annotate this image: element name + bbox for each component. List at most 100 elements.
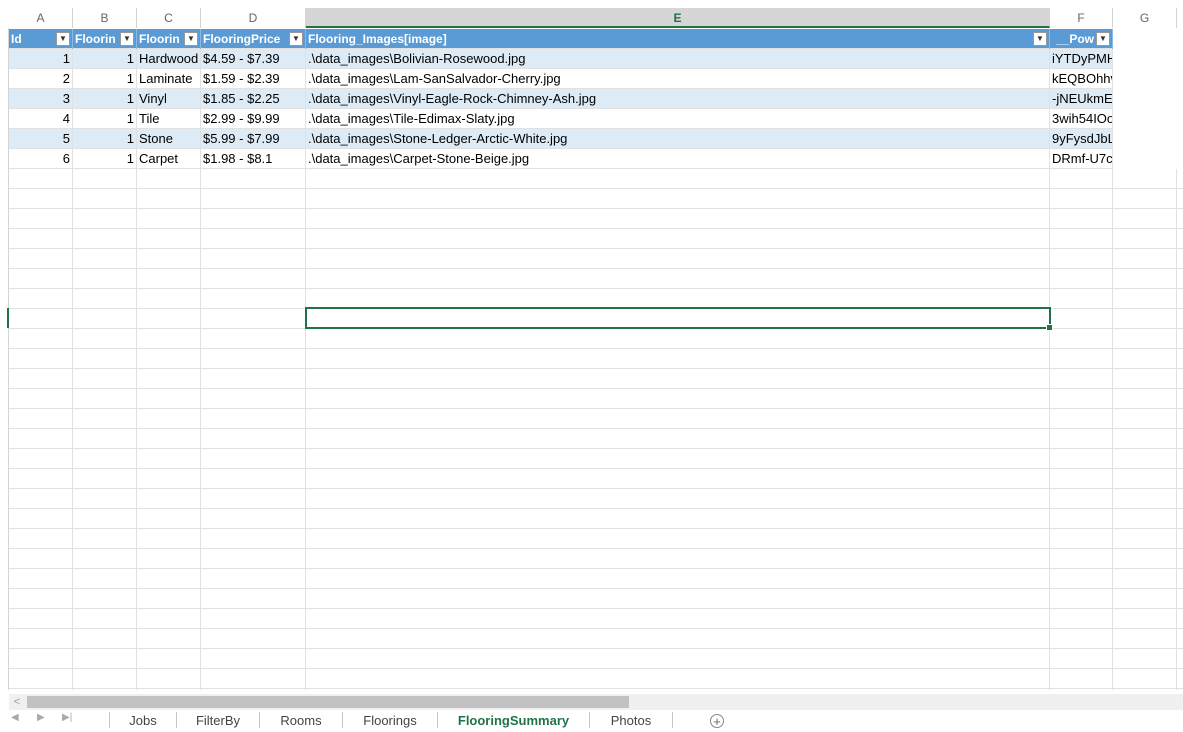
tab-filterby[interactable]: FilterBy bbox=[177, 710, 259, 729]
grid-line bbox=[200, 529, 201, 549]
grid-line bbox=[1176, 669, 1177, 689]
grid-line bbox=[200, 189, 201, 209]
cell-flooring-b[interactable]: 1 bbox=[73, 129, 137, 149]
cell-flooring-type[interactable]: Hardwood bbox=[137, 49, 201, 69]
header-cell-id[interactable]: Id ▼ bbox=[9, 29, 73, 49]
grid-line bbox=[1049, 349, 1050, 369]
column-header-d[interactable]: D bbox=[201, 8, 306, 28]
cell-flooring-image[interactable]: .\data_images\Vinyl-Eagle-Rock-Chimney-A… bbox=[306, 89, 1050, 109]
cell-id[interactable]: 2 bbox=[9, 69, 73, 89]
first-sheet-icon[interactable]: ◀ bbox=[11, 712, 19, 723]
grid-line bbox=[136, 589, 137, 609]
column-header-c[interactable]: C bbox=[137, 8, 201, 28]
cell-flooring-image[interactable]: .\data_images\Bolivian-Rosewood.jpg bbox=[306, 49, 1050, 69]
cell-flooring-b[interactable]: 1 bbox=[73, 89, 137, 109]
cell-flooring-price[interactable]: $4.59 - $7.39 bbox=[201, 49, 306, 69]
cell-pow[interactable]: kEQBOhhvH28 bbox=[1050, 69, 1113, 89]
scroll-left-icon[interactable]: < bbox=[9, 694, 25, 710]
filter-dropdown-icon[interactable]: ▼ bbox=[289, 32, 303, 46]
grid-line bbox=[200, 689, 201, 690]
cell-flooring-image[interactable]: .\data_images\Stone-Ledger-Arctic-White.… bbox=[306, 129, 1050, 149]
grid-line bbox=[1176, 589, 1177, 609]
grid-line bbox=[136, 629, 137, 649]
grid-line bbox=[72, 269, 73, 289]
grid-line bbox=[1176, 489, 1177, 509]
tab-jobs[interactable]: Jobs bbox=[110, 710, 176, 729]
cell-pow[interactable]: DRmf-U7cDNI bbox=[1050, 149, 1113, 169]
selected-cell[interactable] bbox=[305, 307, 1053, 331]
table-row: 1 1 Hardwood $4.59 - $7.39 .\data_images… bbox=[9, 49, 1113, 69]
cell-flooring-b[interactable]: 1 bbox=[73, 49, 137, 69]
prev-sheet-icon[interactable]: ▶ bbox=[37, 712, 45, 723]
empty-row bbox=[9, 209, 1183, 229]
cell-flooring-image[interactable]: .\data_images\Tile-Edimax-Slaty.jpg bbox=[306, 109, 1050, 129]
header-cell-flooring-c[interactable]: Floorin ▼ bbox=[137, 29, 201, 49]
grid-line bbox=[136, 389, 137, 409]
cell-flooring-price[interactable]: $5.99 - $7.99 bbox=[201, 129, 306, 149]
cell-flooring-price[interactable]: $1.85 - $2.25 bbox=[201, 89, 306, 109]
cell-flooring-type[interactable]: Carpet bbox=[137, 149, 201, 169]
fill-handle[interactable] bbox=[1046, 324, 1053, 331]
horizontal-scrollbar[interactable]: < bbox=[9, 694, 1183, 710]
last-sheet-icon[interactable]: ▶| bbox=[62, 712, 72, 723]
tab-floorings[interactable]: Floorings bbox=[343, 710, 437, 729]
grid-line bbox=[1176, 389, 1177, 409]
grid-line bbox=[1049, 389, 1050, 409]
filter-dropdown-icon[interactable]: ▼ bbox=[184, 32, 198, 46]
cell-pow[interactable]: 3wih54IOoLc bbox=[1050, 109, 1113, 129]
tab-rooms[interactable]: Rooms bbox=[260, 710, 342, 729]
cell-flooring-b[interactable]: 1 bbox=[73, 69, 137, 89]
header-cell-pow[interactable]: __Pow ▼ bbox=[1050, 29, 1113, 49]
column-header-a[interactable]: A bbox=[9, 8, 73, 28]
add-sheet-icon[interactable]: + bbox=[710, 714, 724, 728]
grid-line bbox=[72, 449, 73, 469]
spreadsheet-grid[interactable]: A B C D E F G Id ▼ Floorin ▼ Floorin ▼ Floo… bbox=[0, 0, 1183, 690]
cell-id[interactable]: 1 bbox=[9, 49, 73, 69]
cell-id[interactable]: 3 bbox=[9, 89, 73, 109]
column-header-f[interactable]: F bbox=[1050, 8, 1113, 28]
cell-flooring-b[interactable]: 1 bbox=[73, 109, 137, 129]
cell-flooring-image[interactable]: .\data_images\Lam-SanSalvador-Cherry.jpg bbox=[306, 69, 1050, 89]
column-header-g[interactable]: G bbox=[1113, 8, 1177, 28]
grid-line bbox=[1112, 349, 1113, 369]
tab-photos[interactable]: Photos bbox=[590, 710, 672, 729]
cell-flooring-type[interactable]: Tile bbox=[137, 109, 201, 129]
grid-line bbox=[1049, 429, 1050, 449]
cell-flooring-b[interactable]: 1 bbox=[73, 149, 137, 169]
cell-flooring-price[interactable]: $1.59 - $2.39 bbox=[201, 69, 306, 89]
grid-line bbox=[1112, 569, 1113, 589]
grid-line bbox=[1176, 329, 1177, 349]
filter-dropdown-icon[interactable]: ▼ bbox=[1096, 32, 1110, 46]
cell-id[interactable]: 6 bbox=[9, 149, 73, 169]
cell-pow[interactable]: 9yFysdJbLAM bbox=[1050, 129, 1113, 149]
row-header-column[interactable] bbox=[0, 28, 9, 690]
grid-line bbox=[1049, 229, 1050, 249]
scrollbar-thumb[interactable] bbox=[27, 696, 629, 708]
filter-dropdown-icon[interactable]: ▼ bbox=[120, 32, 134, 46]
header-cell-flooring-images[interactable]: Flooring_Images[image] ▼ bbox=[306, 29, 1050, 49]
grid-line bbox=[1176, 309, 1177, 329]
cell-flooring-price[interactable]: $1.98 - $8.1 bbox=[201, 149, 306, 169]
cell-flooring-image[interactable]: .\data_images\Carpet-Stone-Beige.jpg bbox=[306, 149, 1050, 169]
filter-dropdown-icon[interactable]: ▼ bbox=[1033, 32, 1047, 46]
cell-pow[interactable]: iYTDyPMHL_I bbox=[1050, 49, 1113, 69]
tab-flooringsummary[interactable]: FlooringSummary bbox=[438, 710, 589, 729]
column-header-b[interactable]: B bbox=[73, 8, 137, 28]
cell-flooring-type[interactable]: Laminate bbox=[137, 69, 201, 89]
grid-line bbox=[1049, 289, 1050, 309]
filter-dropdown-icon[interactable]: ▼ bbox=[56, 32, 70, 46]
grid-line bbox=[305, 549, 306, 569]
grid-line bbox=[136, 529, 137, 549]
header-cell-flooring-price[interactable]: FlooringPrice ▼ bbox=[201, 29, 306, 49]
cell-flooring-type[interactable]: Vinyl bbox=[137, 89, 201, 109]
cell-pow[interactable]: -jNEUkmEZO8 bbox=[1050, 89, 1113, 109]
cell-id[interactable]: 5 bbox=[9, 129, 73, 149]
header-cell-flooring-b[interactable]: Floorin ▼ bbox=[73, 29, 137, 49]
cell-flooring-type[interactable]: Stone bbox=[137, 129, 201, 149]
cell-id[interactable]: 4 bbox=[9, 109, 73, 129]
empty-row bbox=[9, 689, 1183, 690]
cell-flooring-price[interactable]: $2.99 - $9.99 bbox=[201, 109, 306, 129]
column-header-e[interactable]: E bbox=[306, 8, 1050, 28]
grid-line bbox=[305, 629, 306, 649]
grid-line bbox=[1176, 209, 1177, 229]
